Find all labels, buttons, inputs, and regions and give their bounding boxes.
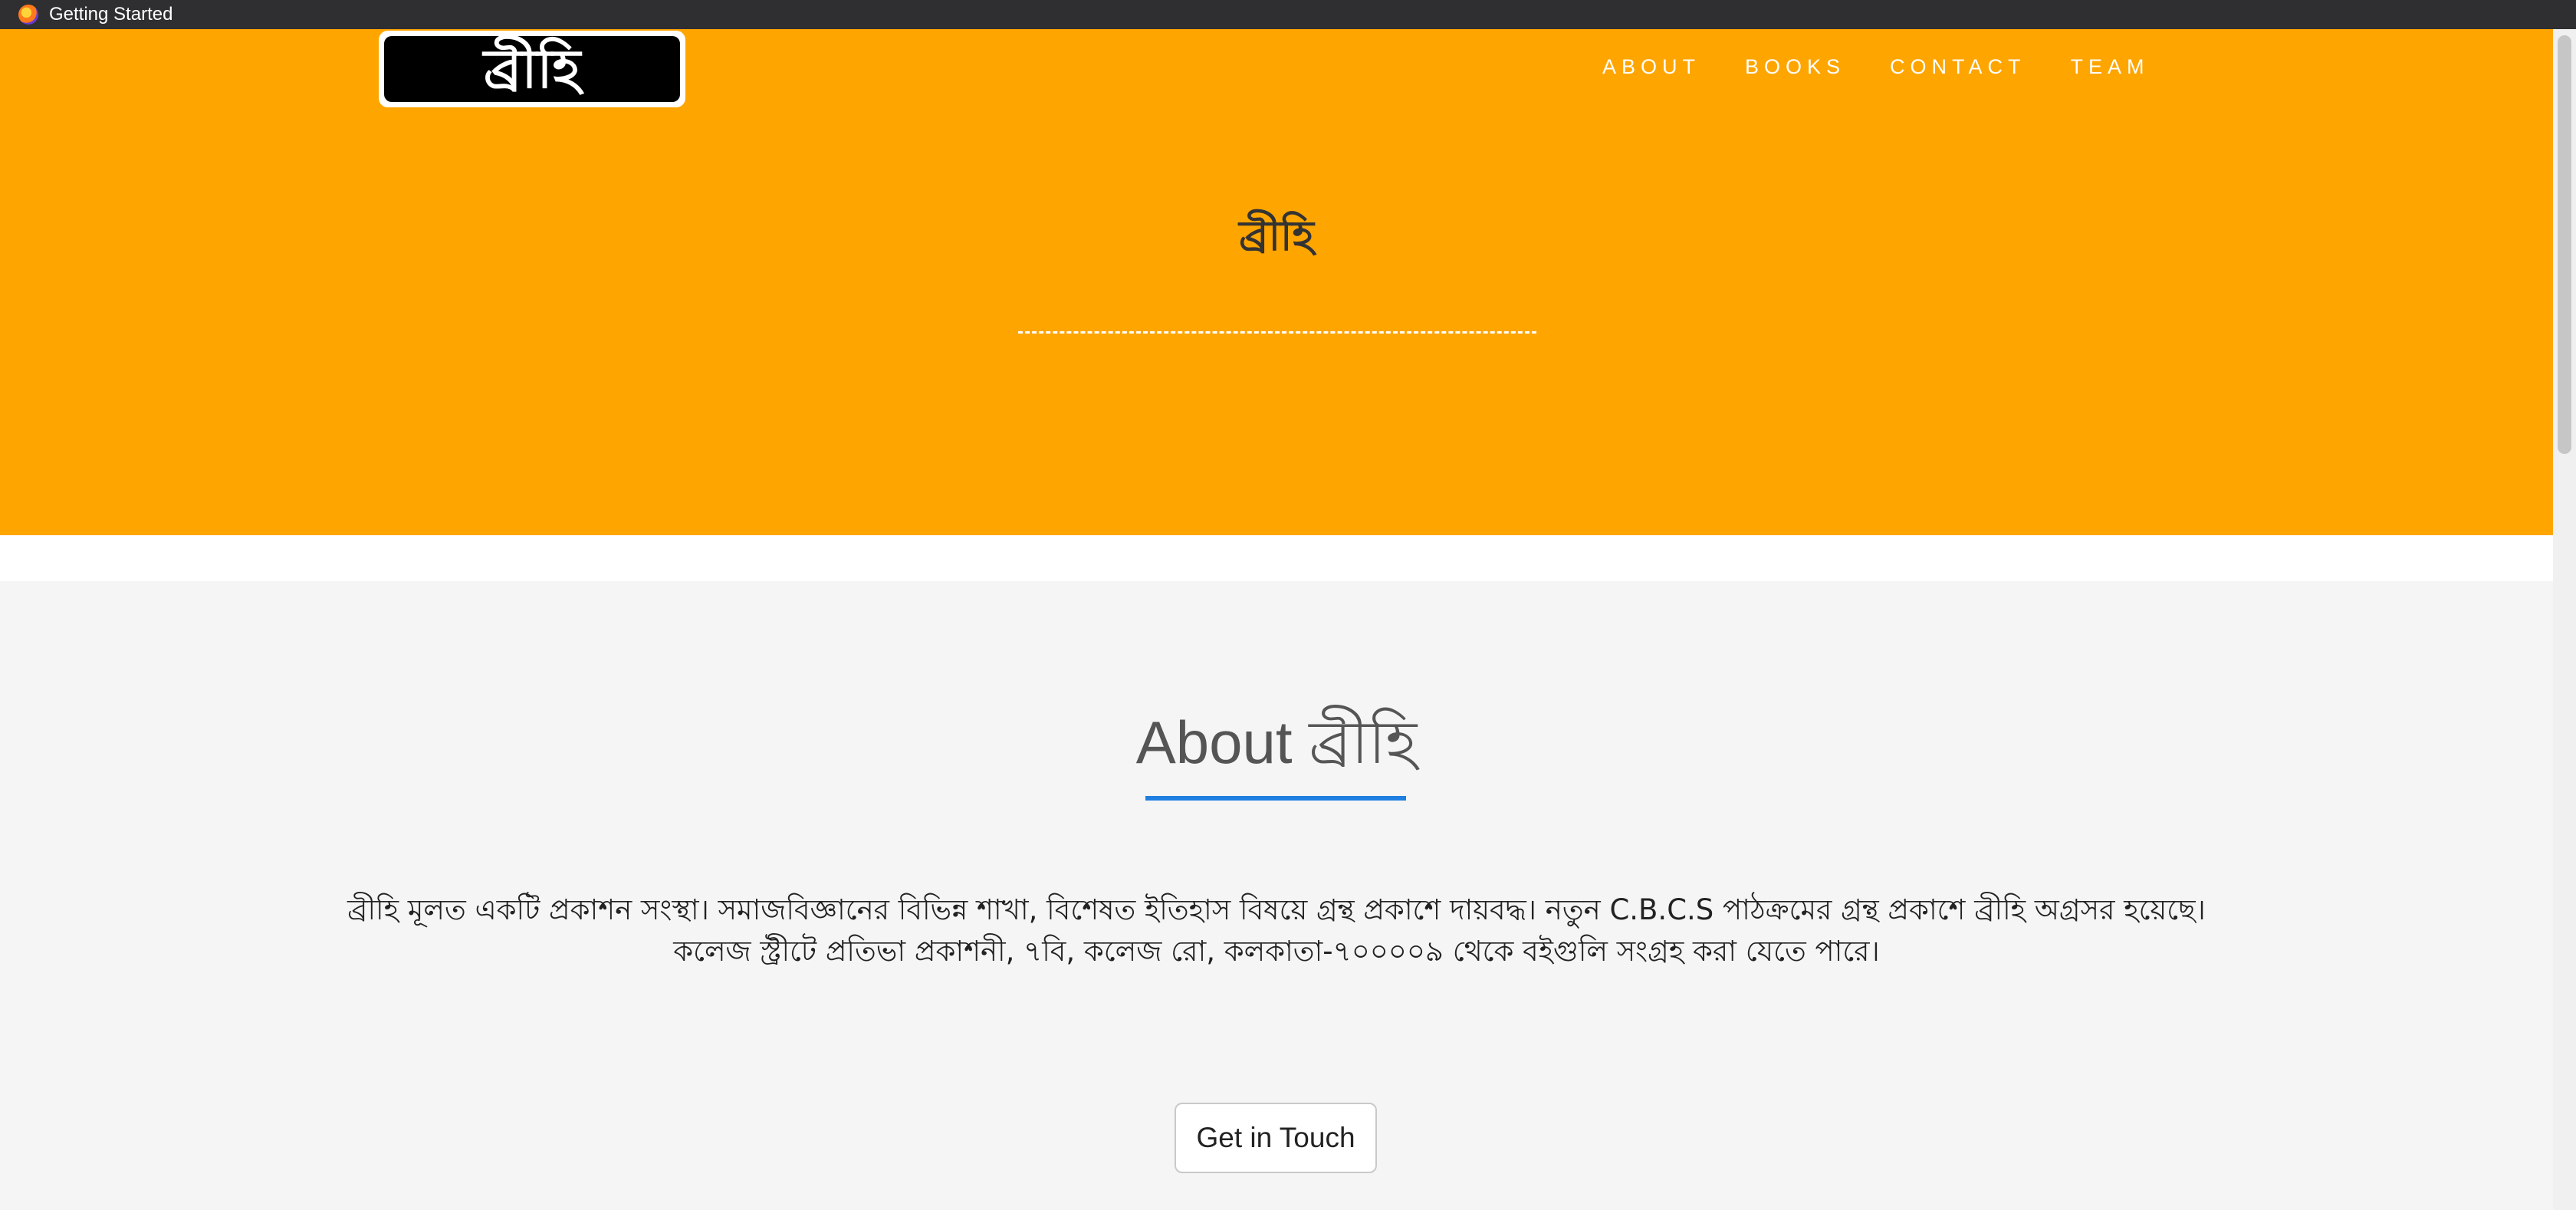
browser-tab-bar: Getting Started (0, 0, 2576, 29)
page: ব্রীহি ABOUT BOOKS CONTACT TEAM ব্রীহি A… (0, 29, 2553, 1210)
nav-books[interactable]: BOOKS (1745, 55, 1845, 79)
hero-divider (1018, 331, 1536, 334)
main-nav: ABOUT BOOKS CONTACT TEAM (1602, 55, 2194, 79)
nav-team[interactable]: TEAM (2071, 55, 2150, 79)
get-in-touch-button[interactable]: Get in Touch (1175, 1103, 1377, 1173)
nav-about[interactable]: ABOUT (1602, 55, 1700, 79)
about-description: ব্রীহি মূলত একটি প্রকাশন সংস্থা। সমাজবিজ… (276, 889, 2277, 972)
section-spacer (0, 535, 2553, 581)
about-heading: About ব্রীহি (1135, 709, 1418, 776)
firefox-icon (18, 5, 38, 25)
vertical-scrollbar[interactable] (2553, 29, 2576, 1210)
about-heading-underline (1145, 796, 1406, 801)
hero-title: ব্রীহি (1239, 212, 1314, 260)
site-logo[interactable]: ব্রীহি (379, 31, 685, 107)
hero-section: ব্রীহি ABOUT BOOKS CONTACT TEAM ব্রীহি (0, 29, 2553, 535)
scrollbar-thumb[interactable] (2558, 35, 2571, 454)
browser-tab-title[interactable]: Getting Started (49, 4, 172, 25)
nav-contact[interactable]: CONTACT (1890, 55, 2026, 79)
about-line-1: ব্রীহি মূলত একটি প্রকাশন সংস্থা। সমাজবিজ… (347, 893, 2206, 926)
about-line-2: কলেজ স্ট্রীটে প্রতিভা প্রকাশনী, ৭বি, কলে… (673, 935, 1880, 968)
logo-mark: ব্রীহি (384, 36, 680, 102)
